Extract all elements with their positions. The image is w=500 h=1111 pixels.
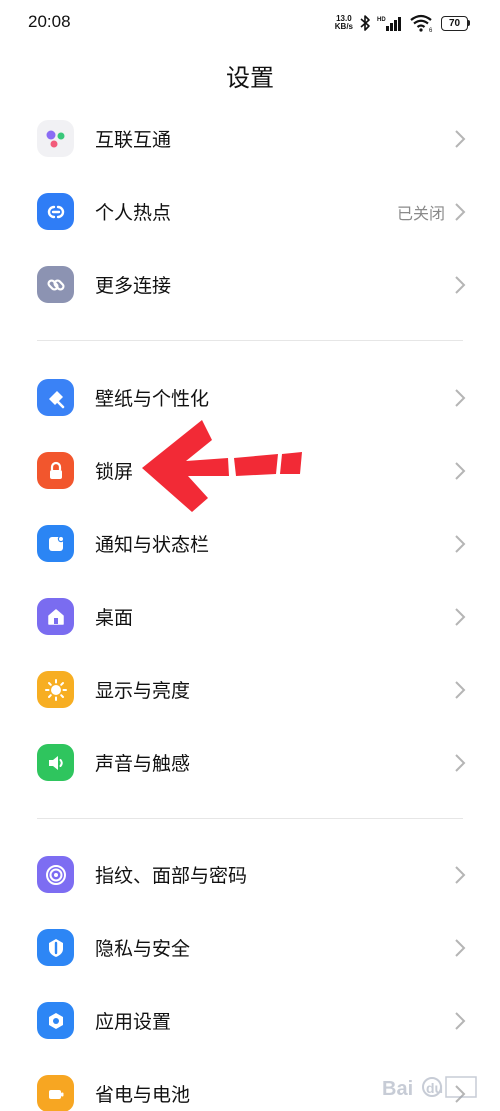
settings-item-label: 壁纸与个性化 — [95, 388, 210, 410]
interconnect-icon — [37, 120, 74, 157]
settings-item-label: 通知与状态栏 — [95, 534, 210, 556]
svg-text:6: 6 — [429, 28, 433, 32]
privacy-icon — [37, 929, 74, 966]
app-settings-icon — [37, 1002, 74, 1039]
notification-icon — [37, 525, 74, 562]
chevron-right-icon — [455, 865, 466, 884]
settings-item-sound[interactable]: 声音与触感 — [0, 726, 500, 799]
fingerprint-icon — [37, 856, 74, 893]
chevron-right-icon — [455, 1011, 466, 1030]
cellular-signal-icon: HD — [377, 17, 401, 31]
settings-item-label: 互联互通 — [95, 129, 172, 151]
battery-saver-icon — [37, 1075, 74, 1111]
chevron-right-icon — [455, 129, 466, 148]
hotspot-status: 已关闭 — [396, 203, 445, 223]
battery-tip — [468, 20, 470, 26]
settings-item-hotspot[interactable]: 个人热点 已关闭 — [0, 175, 500, 248]
chevron-right-icon — [455, 202, 466, 221]
wifi-icon: 6 — [410, 14, 433, 32]
chevron-right-icon — [455, 680, 466, 699]
page-title: 设置 — [226, 64, 274, 92]
more-connections-icon — [37, 266, 74, 303]
sound-icon — [37, 744, 74, 781]
settings-item-label: 声音与触感 — [95, 753, 191, 775]
settings-item-notifications[interactable]: 通知与状态栏 — [0, 507, 500, 580]
settings-item-label: 应用设置 — [95, 1011, 172, 1033]
annotation-arrow-icon — [142, 420, 302, 512]
baidu-watermark: Bai du — [382, 1076, 477, 1100]
settings-item-label: 显示与亮度 — [95, 680, 191, 702]
settings-item-label: 个人热点 — [95, 202, 172, 224]
hotspot-icon — [37, 193, 74, 230]
chevron-right-icon — [455, 388, 466, 407]
settings-group-connectivity: 互联互通 个人热点 已关闭 更多连接 — [0, 102, 500, 321]
battery-indicator: 70 — [441, 15, 470, 31]
settings-item-label: 指纹、面部与密码 — [95, 865, 248, 887]
chevron-right-icon — [455, 275, 466, 294]
settings-item-more-connections[interactable]: 更多连接 — [0, 248, 500, 321]
settings-item-label: 省电与电池 — [95, 1084, 191, 1106]
settings-item-label: 更多连接 — [95, 275, 172, 297]
settings-item-label: 隐私与安全 — [95, 938, 191, 960]
status-bar: 20:08 13.0 KB/s HD 6 70 — [0, 0, 500, 46]
svg-text:HD: HD — [377, 17, 386, 23]
chevron-right-icon — [455, 753, 466, 772]
chevron-right-icon — [455, 607, 466, 626]
settings-item-label: 桌面 — [95, 607, 134, 629]
settings-item-label: 锁屏 — [95, 461, 134, 483]
chevron-right-icon — [455, 534, 466, 553]
settings-item-app-settings[interactable]: 应用设置 — [0, 984, 500, 1057]
section-divider — [37, 818, 463, 819]
svg-text:du: du — [426, 1080, 443, 1096]
settings-item-privacy[interactable]: 隐私与安全 — [0, 911, 500, 984]
lock-icon — [37, 452, 74, 489]
chevron-right-icon — [455, 938, 466, 957]
settings-item-fingerprint[interactable]: 指纹、面部与密码 — [0, 838, 500, 911]
status-icons: 13.0 KB/s HD 6 70 — [335, 10, 470, 36]
home-icon — [37, 598, 74, 635]
brightness-icon — [37, 671, 74, 708]
settings-item-display[interactable]: 显示与亮度 — [0, 653, 500, 726]
battery-level: 70 — [441, 15, 468, 31]
network-speed-unit: KB/s — [334, 22, 353, 31]
settings-item-interconnect[interactable]: 互联互通 — [0, 102, 500, 175]
svg-text:Bai: Bai — [382, 1078, 413, 1100]
status-time: 20:08 — [28, 12, 71, 31]
section-divider — [37, 340, 463, 341]
chevron-right-icon — [455, 461, 466, 480]
bluetooth-icon — [360, 15, 370, 31]
wallpaper-icon — [37, 379, 74, 416]
settings-item-home-screen[interactable]: 桌面 — [0, 580, 500, 653]
network-speed: 13.0 KB/s — [335, 15, 353, 31]
